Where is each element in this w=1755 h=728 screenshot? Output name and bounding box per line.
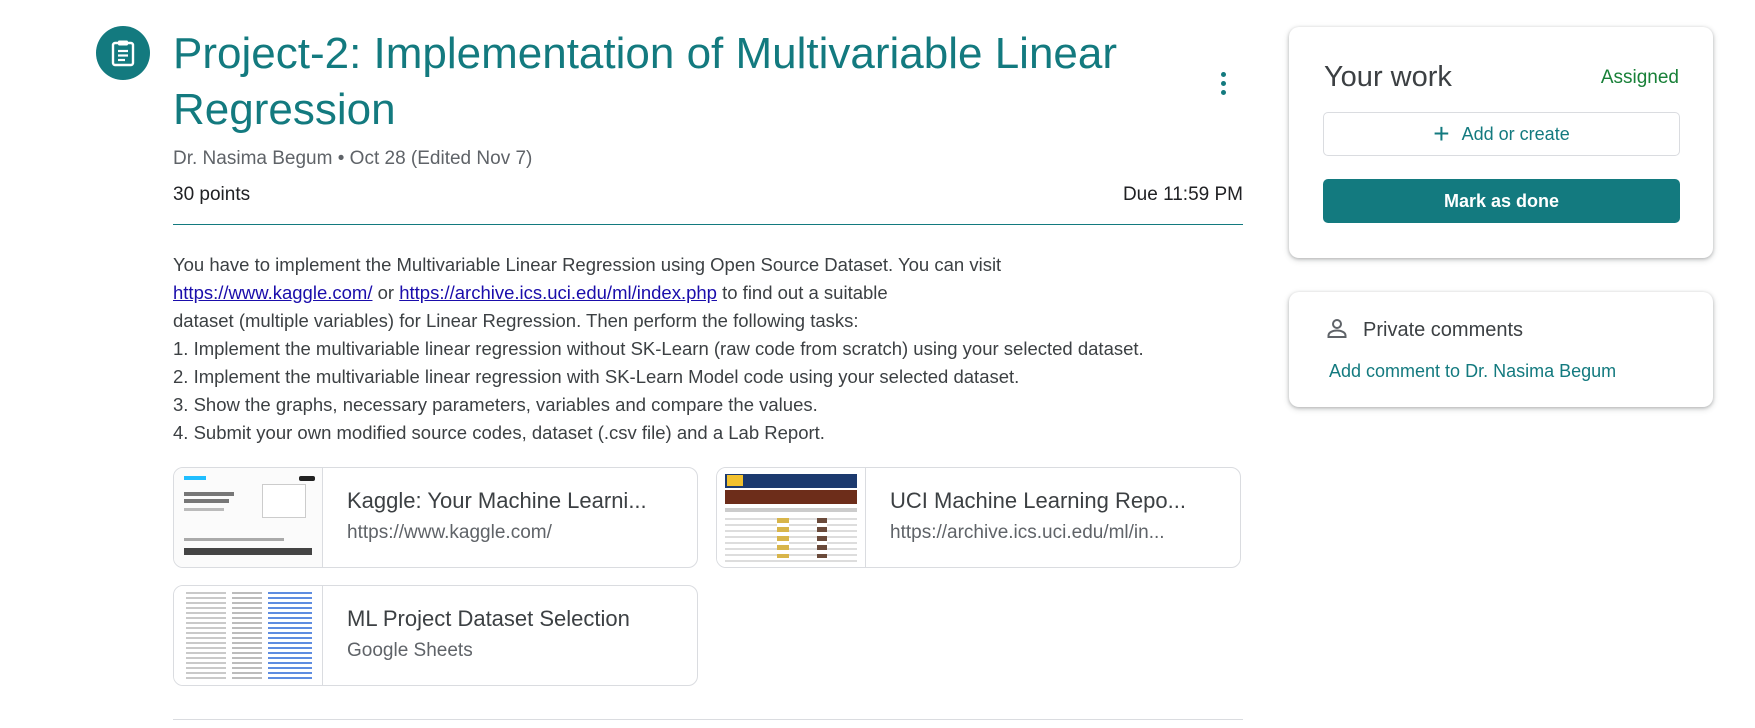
- status-badge: Assigned: [1600, 66, 1679, 88]
- person-icon: [1325, 316, 1349, 345]
- attachment-title: ML Project Dataset Selection: [347, 606, 630, 631]
- task-item: 1. Implement the multivariable linear re…: [173, 338, 1144, 359]
- private-comments-card: Private comments Add comment to Dr. Nasi…: [1289, 292, 1713, 407]
- assignment-page: Project-2: Implementation of Multivariab…: [0, 0, 1755, 728]
- meta-separator: •: [337, 148, 345, 169]
- kaggle-link[interactable]: https://www.kaggle.com/: [173, 282, 372, 303]
- private-comments-title: Private comments: [1363, 319, 1524, 341]
- sheet-thumbnail: [174, 586, 323, 685]
- author-name: Dr. Nasima Begum: [173, 148, 333, 169]
- attachment-title: UCI Machine Learning Repo...: [890, 488, 1186, 513]
- due-label: Due 11:59 PM: [1122, 184, 1243, 205]
- post-date: Oct 28 (Edited Nov 7): [349, 148, 533, 169]
- description-or: or: [372, 282, 400, 303]
- points-label: 30 points: [173, 184, 251, 205]
- private-comments-header: Private comments: [1325, 316, 1523, 345]
- task-item: 2. Implement the multivariable linear re…: [173, 366, 1020, 387]
- your-work-card: Your work Assigned + Add or create Mark …: [1289, 27, 1713, 258]
- add-or-create-label: Add or create: [1461, 123, 1570, 144]
- description-line: You have to implement the Multivariable …: [173, 254, 1002, 275]
- description-line-tail: to find out a suitable: [716, 282, 888, 303]
- points-row: 30 points Due 11:59 PM: [173, 184, 1243, 206]
- kaggle-page-thumbnail: [174, 468, 323, 567]
- footer-divider: [173, 719, 1243, 720]
- attachments-grid: Kaggle: Your Machine Learni... https://w…: [173, 467, 1243, 686]
- header-divider: [173, 224, 1243, 225]
- assignment-main: Project-2: Implementation of Multivariab…: [173, 26, 1243, 686]
- your-work-title: Your work: [1324, 61, 1452, 93]
- mark-as-done-button[interactable]: Mark as done: [1323, 179, 1680, 223]
- attachment-sheet[interactable]: ML Project Dataset Selection Google Shee…: [173, 585, 698, 686]
- attachment-subtitle: https://www.kaggle.com/: [347, 522, 552, 543]
- description-line: dataset (multiple variables) for Linear …: [173, 310, 859, 331]
- assignment-meta: Dr. Nasima Begum • Oct 28 (Edited Nov 7): [173, 148, 1243, 170]
- assignment-icon: [96, 26, 150, 80]
- attachment-kaggle[interactable]: Kaggle: Your Machine Learni... https://w…: [173, 467, 698, 568]
- attachment-title: Kaggle: Your Machine Learni...: [347, 488, 647, 513]
- attachment-subtitle: Google Sheets: [347, 640, 473, 661]
- assignment-description: You have to implement the Multivariable …: [173, 251, 1248, 447]
- your-work-header: Your work Assigned: [1324, 61, 1679, 94]
- add-private-comment-link[interactable]: Add comment to Dr. Nasima Begum: [1329, 361, 1616, 382]
- add-or-create-button[interactable]: + Add or create: [1323, 112, 1680, 156]
- description-line-links: https://www.kaggle.com/ or https://archi…: [173, 279, 1248, 307]
- task-item: 3. Show the graphs, necessary parameters…: [173, 394, 818, 415]
- uci-page-thumbnail: [717, 468, 866, 567]
- task-item: 4. Submit your own modified source codes…: [173, 422, 825, 443]
- attachment-subtitle: https://archive.ics.uci.edu/ml/in...: [890, 522, 1165, 543]
- assignment-title: Project-2: Implementation of Multivariab…: [173, 29, 1118, 134]
- attachment-uci[interactable]: UCI Machine Learning Repo... https://arc…: [716, 467, 1241, 568]
- plus-icon: +: [1433, 118, 1450, 149]
- uci-link[interactable]: https://archive.ics.uci.edu/ml/index.php: [399, 282, 717, 303]
